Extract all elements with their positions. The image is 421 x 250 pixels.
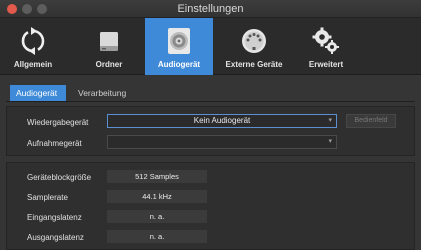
output-latency-value: n. a. bbox=[107, 230, 207, 243]
toolbar-item-label: Allgemein bbox=[13, 60, 53, 69]
toolbar-item-label: Ordner bbox=[95, 60, 123, 69]
toolbar-item-label: Audiogerät bbox=[157, 60, 201, 69]
record-device-select[interactable]: ▾ bbox=[107, 135, 337, 149]
tab-audiogeraet[interactable]: Audiogerät bbox=[10, 85, 66, 101]
title-bar: Einstellungen bbox=[0, 0, 421, 18]
din-connector-icon bbox=[242, 29, 266, 53]
record-device-label: Aufnahmegerät bbox=[27, 139, 82, 148]
output-latency-label: Ausgangslatenz bbox=[27, 233, 84, 242]
toolbar-item-ordner[interactable]: Ordner bbox=[76, 18, 142, 75]
toolbar-item-label: Erweitert bbox=[308, 60, 344, 69]
toolbar-item-allgemein[interactable]: Allgemein bbox=[0, 18, 66, 75]
sample-rate-value: 44.1 kHz bbox=[107, 190, 207, 203]
control-panel-button[interactable]: Bedienfeld bbox=[346, 114, 396, 128]
chevron-down-icon: ▾ bbox=[328, 138, 332, 145]
sync-icon bbox=[21, 27, 45, 55]
chevron-down-icon: ▾ bbox=[328, 117, 332, 124]
tab-verarbeitung[interactable]: Verarbeitung bbox=[72, 85, 142, 101]
playback-device-select[interactable]: Kein Audiogerät ▾ bbox=[107, 114, 337, 128]
preferences-toolbar: Allgemein Ordner Audiogerät Externe Gerä… bbox=[0, 18, 421, 75]
device-info-panel: Geräteblockgröße 512 Samples Samplerate … bbox=[6, 162, 415, 250]
block-size-value: 512 Samples bbox=[107, 170, 207, 183]
block-size-label: Geräteblockgröße bbox=[27, 173, 92, 182]
toolbar-item-audiogeraet[interactable]: Audiogerät bbox=[145, 18, 213, 75]
input-latency-label: Eingangslatenz bbox=[27, 213, 82, 222]
input-latency-value: n. a. bbox=[107, 210, 207, 223]
speaker-icon bbox=[168, 28, 190, 54]
drive-icon bbox=[100, 32, 118, 51]
playback-device-label: Wiedergabegerät bbox=[27, 118, 89, 127]
toolbar-item-label: Externe Geräte bbox=[225, 60, 283, 69]
window-title: Einstellungen bbox=[177, 3, 244, 15]
tab-divider bbox=[6, 101, 415, 102]
preferences-window: Einstellungen Allgemein Ordner Audiogerä… bbox=[0, 0, 421, 250]
device-panel: Wiedergabegerät Kein Audiogerät ▾ Bedien… bbox=[6, 106, 415, 156]
sample-rate-label: Samplerate bbox=[27, 193, 68, 202]
playback-device-value: Kein Audiogerät bbox=[193, 116, 251, 125]
toolbar-item-externe-geraete[interactable]: Externe Geräte bbox=[216, 18, 292, 75]
gears-icon bbox=[312, 27, 339, 54]
toolbar-item-erweitert[interactable]: Erweitert bbox=[294, 18, 358, 75]
